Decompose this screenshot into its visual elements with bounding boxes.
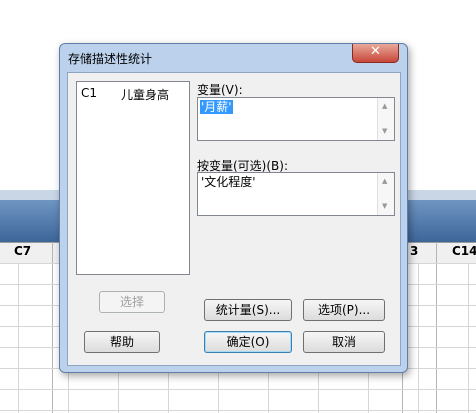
scroll-down-icon[interactable]: ▼ (382, 202, 387, 210)
column-header-c7[interactable]: C7 (14, 244, 31, 258)
by-variables-scrollbar[interactable]: ▲ ▼ (377, 173, 394, 215)
column-header-3[interactable]: 3 (410, 244, 418, 258)
column-name: 儿童身高 (121, 88, 170, 102)
variables-scrollbar[interactable]: ▲ ▼ (377, 98, 394, 140)
dialog-title: 存储描述性统计 (68, 52, 153, 66)
close-button[interactable]: ✕ (352, 44, 399, 63)
scroll-down-icon[interactable]: ▼ (382, 127, 387, 135)
close-icon: ✕ (370, 44, 381, 59)
statistics-button[interactable]: 统计量(S)... (204, 299, 292, 321)
scroll-up-icon[interactable]: ▲ (382, 102, 387, 110)
by-variables-value: '文化程度' (201, 175, 256, 189)
column-listbox[interactable]: C1 儿童身高 (76, 81, 190, 275)
dialog-client-area: C1 儿童身高 变量(V): '月薪' ▲ ▼ 按变量(可选)(B): '文化程… (67, 72, 401, 366)
scroll-up-icon[interactable]: ▲ (382, 177, 387, 185)
select-button[interactable]: 选择 (99, 291, 165, 313)
store-descriptive-statistics-dialog: 存储描述性统计 ✕ C1 儿童身高 变量(V): '月薪' ▲ ▼ 按变量(可选… (59, 43, 408, 373)
help-button[interactable]: 帮助 (84, 331, 160, 353)
variables-field[interactable]: '月薪' ▲ ▼ (197, 97, 395, 141)
column-header-c14[interactable]: C14 (452, 244, 476, 258)
cancel-button[interactable]: 取消 (303, 331, 385, 353)
ok-button[interactable]: 确定(O) (204, 331, 292, 353)
column-code: C1 (81, 86, 98, 100)
variables-label: 变量(V): (197, 83, 243, 97)
variables-value: '月薪' (200, 100, 233, 114)
options-button[interactable]: 选项(P)... (303, 299, 385, 321)
by-variables-field[interactable]: '文化程度' ▲ ▼ (197, 172, 395, 216)
